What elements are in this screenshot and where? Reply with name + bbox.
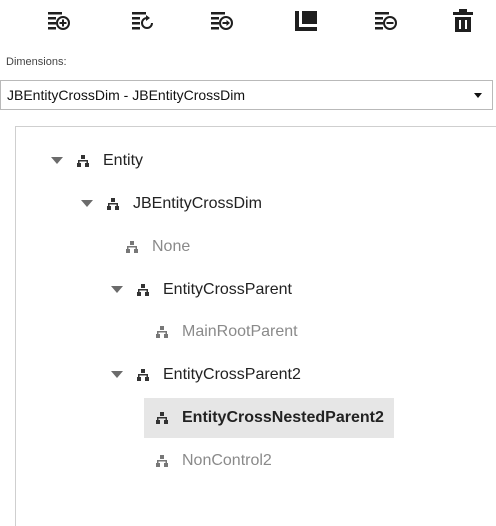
insert-node-button[interactable] [207, 6, 237, 36]
tree-node[interactable]: None [126, 227, 190, 267]
tree-node-label: EntityCrossParent2 [163, 366, 301, 383]
insert-node-icon [211, 12, 233, 30]
hierarchy-icon [107, 198, 119, 210]
hierarchy-icon [126, 241, 138, 253]
hierarchy-icon [137, 284, 149, 296]
tree-node[interactable]: JBEntityCrossDim [81, 184, 262, 224]
expand-toggle-icon[interactable] [111, 371, 123, 379]
remove-node-icon [375, 12, 397, 30]
chevron-down-icon [474, 93, 482, 98]
tree-panel: Entity JBEntityCrossDim None EntityCrossPar… [15, 126, 496, 526]
dimensions-selected-value: JBEntityCrossDim - JBEntityCrossDim [7, 87, 246, 103]
hierarchy-icon [156, 326, 168, 338]
tree-node[interactable]: MainRootParent [156, 312, 298, 352]
tree-node[interactable]: EntityCrossNestedParent2 [144, 398, 394, 438]
tree-node-label: NonControl2 [182, 452, 272, 469]
refresh-node-icon [132, 12, 153, 30]
tree-node-label: JBEntityCrossDim [133, 195, 262, 212]
delete-icon [453, 9, 473, 32]
hierarchy-icon [156, 412, 168, 424]
dimensions-select[interactable]: JBEntityCrossDim - JBEntityCrossDim [0, 80, 493, 110]
expand-toggle-icon[interactable] [111, 286, 123, 294]
expand-toggle-icon[interactable] [51, 157, 63, 165]
dimensions-label: Dimensions: [6, 56, 67, 68]
tree-node-label: MainRootParent [182, 323, 298, 340]
remove-node-button[interactable] [371, 6, 401, 36]
tree-node[interactable]: Entity [51, 141, 143, 181]
add-node-icon [48, 12, 70, 30]
hierarchy-icon [137, 369, 149, 381]
hierarchy-icon [156, 455, 168, 467]
tree-node-label: EntityCrossParent [163, 281, 292, 298]
toolbar [0, 0, 496, 44]
tree-node[interactable]: NonControl2 [156, 441, 272, 481]
collapse-all-button[interactable] [291, 6, 321, 36]
collapse-all-icon [295, 11, 317, 31]
delete-button[interactable] [448, 6, 478, 36]
tree-node[interactable]: EntityCrossParent [111, 270, 292, 310]
add-node-button[interactable] [44, 6, 74, 36]
tree-node-label: Entity [103, 152, 144, 169]
hierarchy-icon [77, 155, 89, 167]
tree-node-label: EntityCrossNestedParent2 [182, 409, 384, 426]
tree-node[interactable]: EntityCrossParent2 [111, 355, 301, 395]
refresh-node-button[interactable] [128, 6, 158, 36]
expand-toggle-icon[interactable] [81, 200, 93, 208]
tree-node-label: None [152, 238, 191, 255]
